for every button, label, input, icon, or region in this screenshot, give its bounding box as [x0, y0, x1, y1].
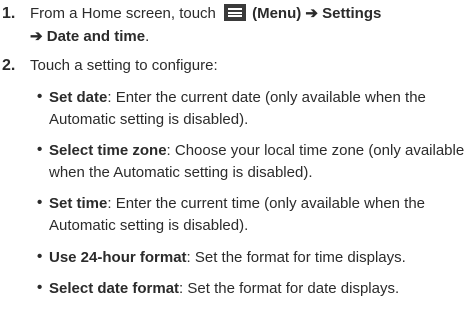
setting-term: Set date [49, 89, 108, 106]
bullet-icon: • [37, 141, 43, 158]
list-item-line-1: Select date format: Set the format for d… [49, 279, 399, 299]
instructions-page: 1. From a Home screen, touch (Menu) ➔ Se… [0, 0, 469, 333]
step-2-text: Touch a setting to configure: [30, 57, 218, 74]
list-item-line-1: Set date: Enter the current date (only a… [49, 88, 426, 108]
step-1-text: From a Home screen, touch [30, 5, 216, 22]
setting-description: : Set the format for date displays. [179, 280, 400, 297]
menu-label: (Menu) [252, 5, 302, 22]
setting-description-cont: when the Automatic setting is disabled). [49, 164, 313, 181]
setting-term: Select time zone [49, 142, 167, 159]
setting-term: Use 24-hour format [49, 249, 187, 266]
bullet-icon: • [37, 194, 43, 211]
step-1-line-1: From a Home screen, touch (Menu) ➔ Setti… [30, 4, 381, 24]
bullet-icon: • [37, 88, 43, 105]
setting-description: : Set the format for time displays. [186, 249, 406, 266]
setting-description: : Choose your local time zone (only avai… [166, 142, 465, 159]
arrow-icon: ➔ [30, 28, 43, 45]
step-1-line-2: ➔ Date and time. [30, 27, 149, 47]
setting-term: Select date format [49, 280, 180, 297]
step-number: 1. [2, 5, 16, 22]
sentence-end: . [145, 28, 150, 45]
list-item-line-1: Use 24-hour format: Set the format for t… [49, 248, 406, 268]
settings-label: Settings [322, 5, 382, 22]
list-item-line-1: Set time: Enter the current time (only a… [49, 194, 425, 214]
bullet-icon: • [37, 248, 43, 265]
setting-description-cont: Automatic setting is disabled). [49, 217, 249, 234]
arrow-icon: ➔ [305, 5, 318, 22]
menu-icon [224, 4, 247, 21]
date-and-time-label: Date and time [46, 28, 146, 45]
setting-term: Set time [49, 195, 108, 212]
setting-description: : Enter the current time (only available… [107, 195, 426, 212]
list-item-line-1: Select time zone: Choose your local time… [49, 141, 464, 161]
step-number: 2. [2, 57, 16, 74]
setting-description-cont: Automatic setting is disabled). [49, 111, 249, 128]
bullet-icon: • [37, 279, 43, 296]
setting-description: : Enter the current date (only available… [107, 89, 426, 106]
